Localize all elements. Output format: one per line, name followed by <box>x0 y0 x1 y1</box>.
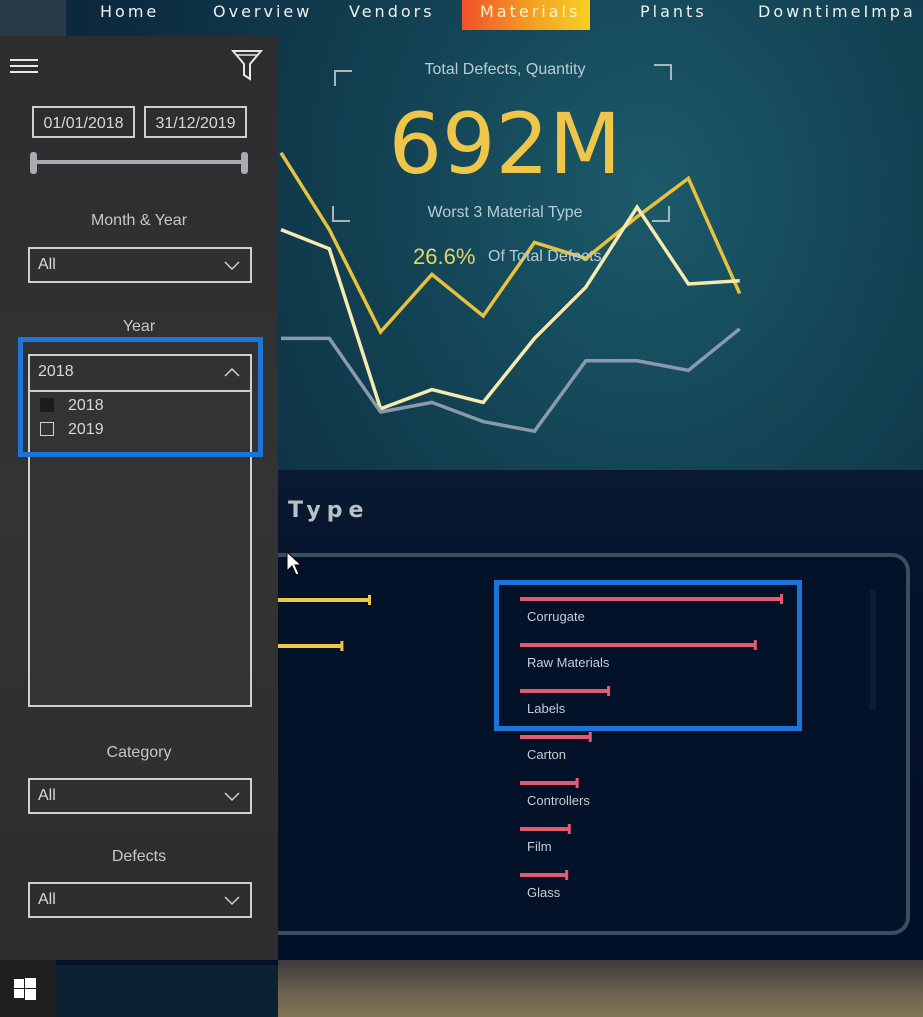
material-type-bar-chart <box>520 594 783 880</box>
yellow-bar[interactable] <box>278 644 343 648</box>
tab-materials[interactable]: Materials <box>462 0 590 30</box>
kpi-corner-br <box>652 206 670 222</box>
kpi-percent-label: Of Total Defects <box>488 248 602 265</box>
year-label: Year <box>122 318 156 335</box>
bar-end-cap <box>565 870 569 880</box>
month-year-dropdown[interactable]: All <box>28 247 252 283</box>
date-range-slider[interactable] <box>34 160 246 164</box>
month-year-label: Month & Year <box>90 212 188 229</box>
bar-glass[interactable] <box>520 873 568 877</box>
bar-label: Film <box>527 839 552 854</box>
left-bar-chart <box>278 595 371 651</box>
end-date-input[interactable]: 31/12/2019 <box>144 106 247 138</box>
window-edge <box>0 0 66 40</box>
bar-label: Carton <box>527 747 567 762</box>
slider-end-handle[interactable] <box>241 152 248 174</box>
year-value: 2018 <box>38 363 74 380</box>
bar-label: Labels <box>527 701 566 716</box>
tab-vendors[interactable]: Vendors <box>349 0 435 30</box>
year-dropdown[interactable]: 2018 <box>28 354 252 392</box>
bar-label: Corrugate <box>527 609 585 624</box>
series-cream-line <box>280 204 740 412</box>
bar-controllers[interactable] <box>520 781 578 785</box>
chevron-down-icon <box>224 261 240 271</box>
defects-label: Defects <box>111 848 167 865</box>
bar-end-cap <box>340 641 344 651</box>
filter-pane: 01/01/2018 31/12/2019 Month & Year All Y… <box>0 36 278 960</box>
kpi-value: 692M <box>388 95 622 193</box>
chevron-down-icon <box>224 792 240 802</box>
tab-overview[interactable]: Overview <box>213 0 312 30</box>
year-option-2018[interactable]: 2018 <box>40 396 104 416</box>
windows-logo-icon <box>14 978 36 1000</box>
start-date-input[interactable]: 01/01/2018 <box>32 106 135 138</box>
bottom-background-strip <box>278 960 923 1017</box>
category-value: All <box>38 787 56 804</box>
bar-end-cap <box>753 640 757 650</box>
page-navigation: Home Overview Vendors Materials Plants D… <box>66 0 923 30</box>
defects-value: All <box>38 891 56 908</box>
year-options-list: 2018 2019 <box>28 392 252 707</box>
kpi-corner-bl <box>332 206 350 222</box>
defects-dropdown[interactable]: All <box>28 882 252 918</box>
bar-end-cap <box>575 778 579 788</box>
bar-end-cap <box>588 732 592 742</box>
bar-end-cap <box>607 686 611 696</box>
bar-end-cap <box>780 594 783 604</box>
kpi-subtitle: Worst 3 Material Type <box>427 204 583 221</box>
bar-carton[interactable] <box>520 735 591 739</box>
kpi-corner-tr <box>654 64 672 80</box>
bar-label: Controllers <box>527 793 590 808</box>
year-option-2019[interactable]: 2019 <box>40 420 104 440</box>
hamburger-icon[interactable] <box>10 56 40 78</box>
slider-start-handle[interactable] <box>30 152 37 174</box>
series-gray-line <box>281 327 741 434</box>
month-year-value: All <box>38 256 56 273</box>
kpi-percent: 26.6% <box>413 244 476 269</box>
option-label: 2019 <box>68 421 104 438</box>
yellow-bar[interactable] <box>278 598 370 602</box>
tab-plants[interactable]: Plants <box>640 0 707 30</box>
bar-raw-materials[interactable] <box>520 643 756 647</box>
bar-end-cap <box>567 824 571 834</box>
checkbox-unchecked[interactable] <box>40 422 54 436</box>
section-title: Type <box>288 498 370 523</box>
funnel-icon[interactable] <box>231 48 263 82</box>
chevron-down-icon <box>224 896 240 906</box>
tab-downtime-impact[interactable]: DowntimeImpa <box>758 0 916 30</box>
kpi-corner-tl <box>334 70 352 86</box>
bar-film[interactable] <box>520 827 570 831</box>
chevron-up-icon <box>224 367 240 377</box>
category-label: Category <box>106 744 172 761</box>
mouse-cursor-icon <box>286 551 302 576</box>
bar-label: Glass <box>527 885 561 900</box>
option-label: 2018 <box>68 397 104 414</box>
bar-end-cap <box>368 595 371 605</box>
bar-corrugate[interactable] <box>520 597 782 601</box>
tab-home[interactable]: Home <box>100 0 159 30</box>
bar-label: Raw Materials <box>527 655 610 670</box>
bar-labels[interactable] <box>520 689 610 693</box>
checkbox-checked[interactable] <box>40 398 54 412</box>
kpi-title: Total Defects, Quantity <box>424 61 586 78</box>
panel-scrollbar[interactable] <box>870 590 876 710</box>
category-dropdown[interactable]: All <box>28 778 252 814</box>
windows-start-button[interactable] <box>0 960 56 1017</box>
